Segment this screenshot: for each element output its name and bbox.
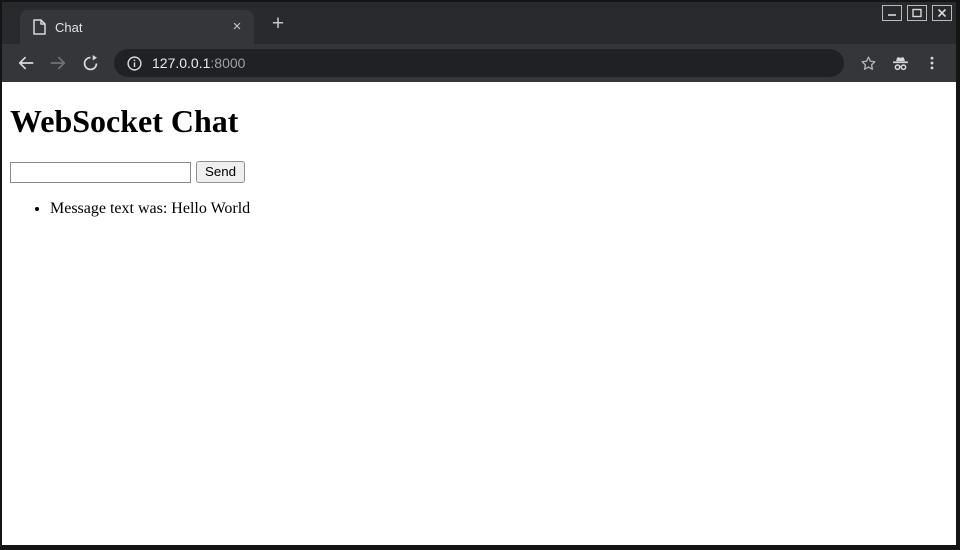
address-bar[interactable]: 127.0.0.1:8000 <box>114 49 844 77</box>
tab-close-icon[interactable]: × <box>228 18 246 36</box>
forward-button[interactable] <box>44 49 72 77</box>
url-text: 127.0.0.1:8000 <box>152 55 245 71</box>
reload-icon <box>81 54 100 73</box>
message-item: Message text was: Hello World <box>50 199 948 218</box>
kebab-menu-icon <box>923 54 941 72</box>
reload-button[interactable] <box>76 49 104 77</box>
incognito-badge-icon <box>886 49 914 77</box>
window-controls <box>882 5 952 21</box>
message-list: Message text was: Hello World <box>10 199 948 218</box>
browser-toolbar: 127.0.0.1:8000 <box>2 44 956 82</box>
back-button[interactable] <box>12 49 40 77</box>
tab-title: Chat <box>55 20 219 35</box>
message-input[interactable] <box>10 162 191 183</box>
send-button[interactable]: Send <box>196 161 245 183</box>
tab-chat[interactable]: Chat × <box>20 10 254 44</box>
bookmark-button[interactable] <box>854 49 882 77</box>
chat-form: Send <box>10 161 948 183</box>
url-port: :8000 <box>210 55 245 71</box>
minimize-icon <box>887 8 897 18</box>
menu-button[interactable] <box>918 49 946 77</box>
back-icon <box>16 53 36 73</box>
close-icon <box>937 8 947 18</box>
tab-strip: Chat × + <box>2 2 956 44</box>
new-tab-button[interactable]: + <box>264 11 292 39</box>
star-icon <box>859 54 878 73</box>
page-title: WebSocket Chat <box>10 103 948 140</box>
maximize-icon <box>912 8 922 18</box>
url-host: 127.0.0.1 <box>152 55 210 71</box>
page-content: WebSocket Chat Send Message text was: He… <box>2 82 956 545</box>
window-minimize-button[interactable] <box>882 5 902 21</box>
browser-window: Chat × + <box>0 0 960 550</box>
window-maximize-button[interactable] <box>907 5 927 21</box>
page-favicon-icon <box>32 19 46 35</box>
site-info-icon[interactable] <box>126 55 143 72</box>
forward-icon <box>48 53 68 73</box>
window-close-button[interactable] <box>932 5 952 21</box>
